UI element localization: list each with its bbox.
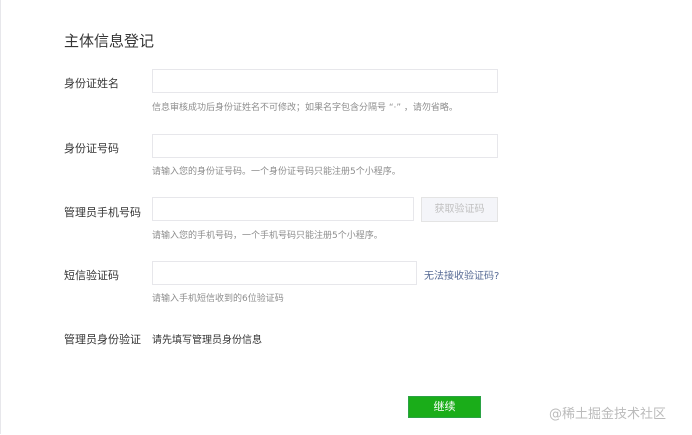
admin-phone-input[interactable]: [152, 197, 414, 221]
id-number-label: 身份证号码: [64, 142, 119, 155]
id-name-input[interactable]: [152, 69, 498, 93]
form-panel: 主体信息登记 身份证姓名 信息审核成功后身份证姓名不可修改；如果名字包含分隔号 …: [0, 0, 691, 434]
id-number-input[interactable]: [152, 134, 498, 158]
admin-verify-label: 管理员身份验证: [64, 333, 141, 346]
page-title: 主体信息登记: [64, 32, 155, 50]
continue-button[interactable]: 继续: [408, 396, 481, 418]
admin-phone-label: 管理员手机号码: [64, 206, 141, 219]
sms-code-label: 短信验证码: [64, 269, 119, 282]
admin-verify-text: 请先填写管理员身份信息: [152, 335, 262, 346]
sms-code-hint: 请输入手机短信收到的6位验证码: [152, 294, 284, 304]
id-number-hint: 请输入您的身份证号码。一个身份证号码只能注册5个小程序。: [152, 167, 401, 177]
get-code-button[interactable]: 获取验证码: [421, 197, 498, 222]
sms-code-input[interactable]: [152, 261, 417, 285]
admin-phone-hint: 请输入您的手机号码，一个手机号码只能注册5个小程序。: [152, 231, 383, 241]
id-name-hint: 信息审核成功后身份证姓名不可修改；如果名字包含分隔号 “·” ，请勿省略。: [152, 103, 458, 113]
id-name-label: 身份证姓名: [64, 77, 119, 90]
watermark-text: @稀土掘金技术社区: [549, 407, 667, 422]
cannot-receive-code-link[interactable]: 无法接收验证码?: [424, 267, 499, 282]
